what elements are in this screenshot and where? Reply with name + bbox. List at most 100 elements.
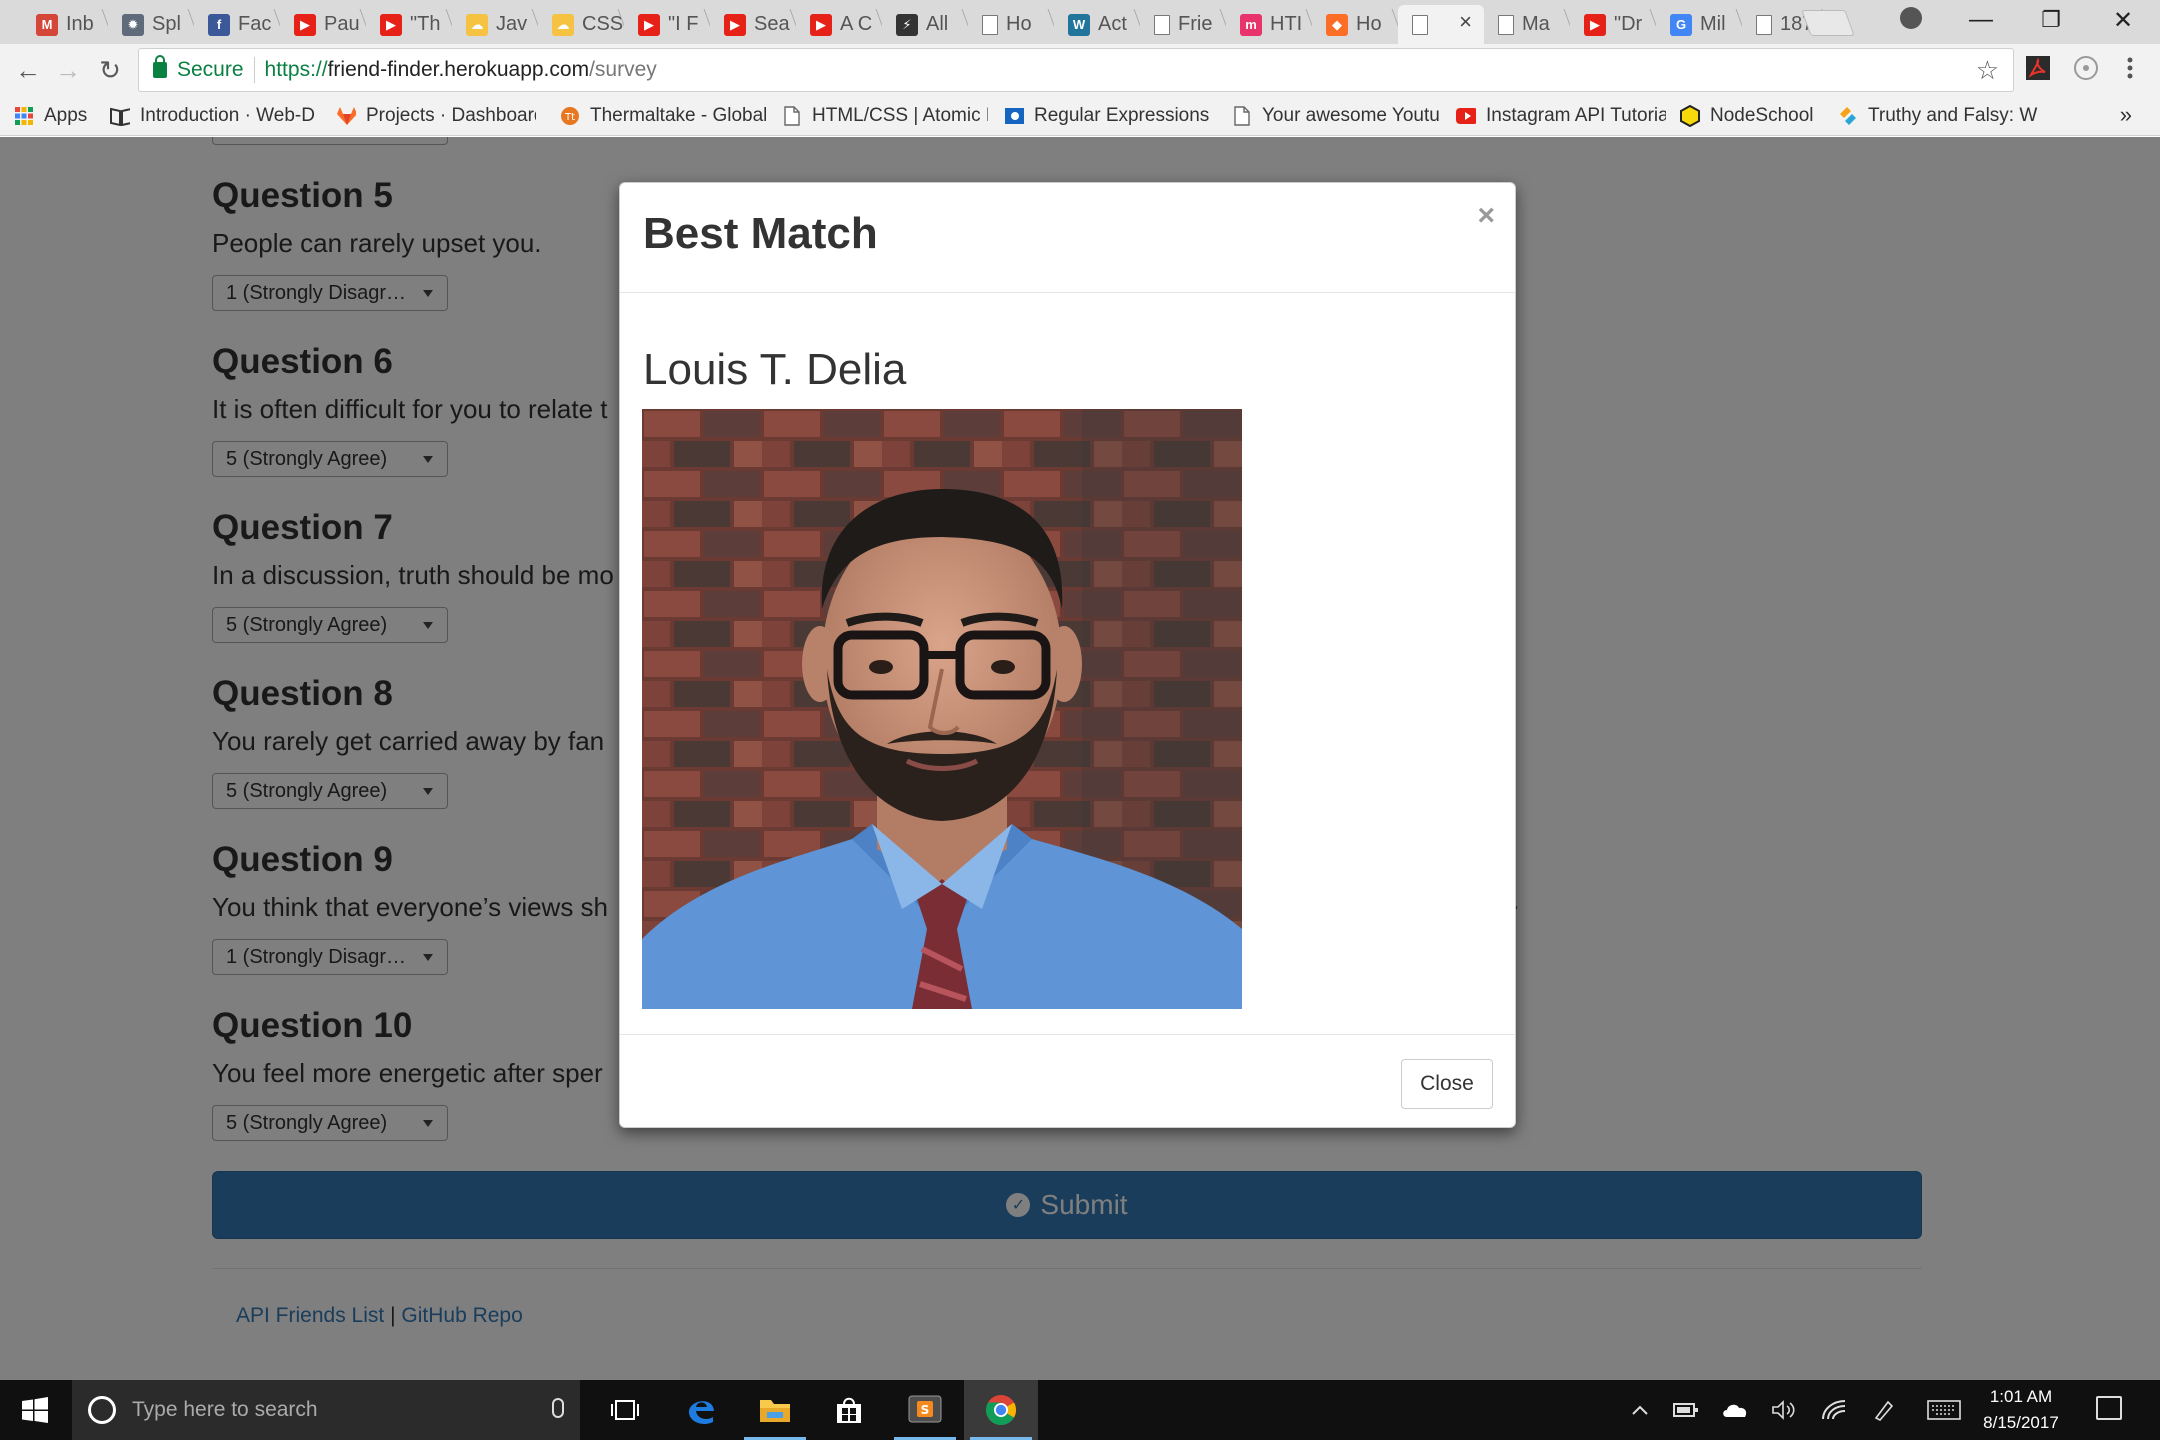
modal-close-icon[interactable]: × <box>1477 199 1495 233</box>
bookmark-label: Regular Expressions - <box>1034 105 1214 126</box>
bookmark-item[interactable]: Apps <box>14 102 98 130</box>
nodeschool-icon <box>1680 105 1700 127</box>
browser-tab[interactable]: ▶ Pau <box>280 5 366 44</box>
search-placeholder: Type here to search <box>132 1398 318 1421</box>
close-window-button[interactable]: ✕ <box>2088 0 2158 40</box>
volume-icon[interactable] <box>1770 1398 1798 1422</box>
tab-title: Mil <box>1700 13 1726 35</box>
tab-title: Ho <box>1356 13 1382 35</box>
best-match-modal: Best Match × Louis T. Delia Close <box>619 182 1516 1128</box>
reload-button[interactable]: ↻ <box>92 52 128 88</box>
taskbar-search[interactable]: Type here to search <box>72 1380 580 1440</box>
browser-tab[interactable]: Ma <box>1484 5 1570 44</box>
bookmark-item[interactable]: Instagram API Tutoria <box>1456 102 1666 130</box>
restore-button[interactable]: ❐ <box>2016 0 2086 40</box>
browser-tab[interactable]: M Inb <box>22 5 108 44</box>
windows-logo-icon <box>22 1397 48 1423</box>
microphone-icon[interactable] <box>552 1398 564 1418</box>
browser-tab[interactable]: Ho <box>968 5 1054 44</box>
bookmark-item[interactable]: Projects · Dashboard <box>336 102 536 130</box>
close-tab-icon[interactable]: × <box>1459 9 1472 35</box>
clock-time: 1:01 AM <box>1989 1387 2053 1406</box>
bookmark-item[interactable]: NodeSchool <box>1680 102 1816 130</box>
match-name: Louis T. Delia <box>643 345 907 394</box>
browser-tab[interactable]: ☁ Jav <box>452 5 538 44</box>
gitlab-icon: ◆ <box>1326 13 1348 36</box>
action-center-icon[interactable] <box>2096 1396 2122 1420</box>
start-button[interactable] <box>0 1380 70 1440</box>
browser-tab[interactable]: ▶ "Th <box>366 5 452 44</box>
tab-title: Ho <box>1006 13 1032 35</box>
browser-tab[interactable]: m HTI <box>1226 5 1312 44</box>
browser-tab[interactable]: ▶ A C <box>796 5 882 44</box>
address-bar[interactable]: Secure https:// friend-finder.herokuapp.… <box>138 48 2014 92</box>
regex-icon <box>1004 106 1024 126</box>
windows-taskbar: Type here to search S 1:01 AM 8/15/2017 <box>0 1380 2160 1440</box>
cortana-icon <box>88 1396 116 1424</box>
browser-tab[interactable]: ▶ "Dr <box>1570 5 1656 44</box>
url-scheme: https:// <box>264 58 328 81</box>
pen-icon[interactable] <box>1870 1398 1898 1422</box>
bookmark-item[interactable]: Your awesome Youtul <box>1232 102 1440 130</box>
bookmark-item[interactable]: Introduction · Web-D <box>110 102 318 130</box>
battery-icon[interactable] <box>1672 1398 1700 1422</box>
tray-chevron-icon[interactable] <box>1628 1398 1652 1422</box>
bookmark-item[interactable]: Regular Expressions - <box>1004 102 1214 130</box>
close-button[interactable]: Close <box>1401 1059 1493 1109</box>
profile-icon[interactable] <box>1900 7 1922 29</box>
sublime-text-icon[interactable]: S <box>888 1380 962 1440</box>
browser-tab[interactable]: ▶ "I F <box>624 5 710 44</box>
browser-tab[interactable]: ✹ Spl <box>108 5 194 44</box>
onedrive-icon[interactable] <box>1720 1398 1750 1422</box>
forward-button[interactable]: → <box>50 52 86 88</box>
tab-title: A C <box>840 13 873 35</box>
page-icon <box>1756 14 1772 35</box>
page-icon <box>1412 14 1428 35</box>
browser-tab[interactable]: ▶ Sea <box>710 5 796 44</box>
gear-icon: ✹ <box>122 13 144 36</box>
browser-tab[interactable]: Frie <box>1140 5 1226 44</box>
bookmark-item[interactable]: HTML/CSS | Atomic R <box>782 102 988 130</box>
bookmarks-overflow-button[interactable]: » <box>2120 102 2132 128</box>
browser-toolbar: ← → ↻ Secure https:// friend-finder.hero… <box>0 44 2160 96</box>
modal-body: Louis T. Delia <box>620 293 1515 1035</box>
file-explorer-icon[interactable] <box>738 1380 812 1440</box>
bookmark-item[interactable]: Truthy and Falsy: Whe <box>1838 102 2038 130</box>
system-clock[interactable]: 1:01 AM 8/15/2017 <box>1976 1384 2066 1436</box>
browser-tab[interactable]: ☁ CSS <box>538 5 624 44</box>
clock-date: 8/15/2017 <box>1983 1413 2059 1432</box>
back-button[interactable]: ← <box>10 52 46 88</box>
bookmark-item[interactable]: Tt Thermaltake - Global <box>560 102 766 130</box>
bookmark-label: Instagram API Tutoria <box>1486 105 1666 126</box>
store-icon[interactable] <box>812 1380 886 1440</box>
tab-title: Sea <box>754 13 790 35</box>
wifi-icon[interactable] <box>1820 1398 1848 1422</box>
browser-tab[interactable]: f Fac <box>194 5 280 44</box>
browser-tab[interactable]: ◆ Ho <box>1312 5 1398 44</box>
book-icon <box>110 106 130 126</box>
acrobat-extension-icon[interactable] <box>2024 54 2052 82</box>
chrome-icon[interactable] <box>964 1380 1038 1440</box>
url-host: friend-finder.herokuapp.com <box>327 58 590 81</box>
youtube-icon: ▶ <box>380 13 402 36</box>
minimize-button[interactable]: — <box>1946 0 2016 40</box>
tab-title: Fac <box>238 13 272 35</box>
browser-tab[interactable]: G Mil <box>1656 5 1742 44</box>
bookmark-label: NodeSchool <box>1710 105 1814 126</box>
new-tab-button[interactable] <box>1801 10 1855 36</box>
bookmark-label: HTML/CSS | Atomic R <box>812 105 988 126</box>
browser-tab[interactable]: W Act <box>1054 5 1140 44</box>
task-view-icon[interactable] <box>588 1380 662 1440</box>
browser-tab[interactable]: × <box>1398 5 1484 44</box>
bookmark-star-icon[interactable]: ☆ <box>1976 55 1999 86</box>
gitlab-icon <box>336 106 356 126</box>
modal-header: Best Match × <box>620 183 1515 293</box>
browser-tab[interactable]: ⚡ All <box>882 5 968 44</box>
keyboard-icon[interactable] <box>1926 1398 1962 1422</box>
edge-icon[interactable] <box>664 1380 738 1440</box>
chrome-menu-icon[interactable] <box>2116 54 2144 82</box>
tab-title: Pau <box>324 13 360 35</box>
extension-circle-icon[interactable] <box>2072 54 2100 82</box>
tab-title: "Dr <box>1614 13 1643 35</box>
facebook-icon: f <box>208 13 230 36</box>
